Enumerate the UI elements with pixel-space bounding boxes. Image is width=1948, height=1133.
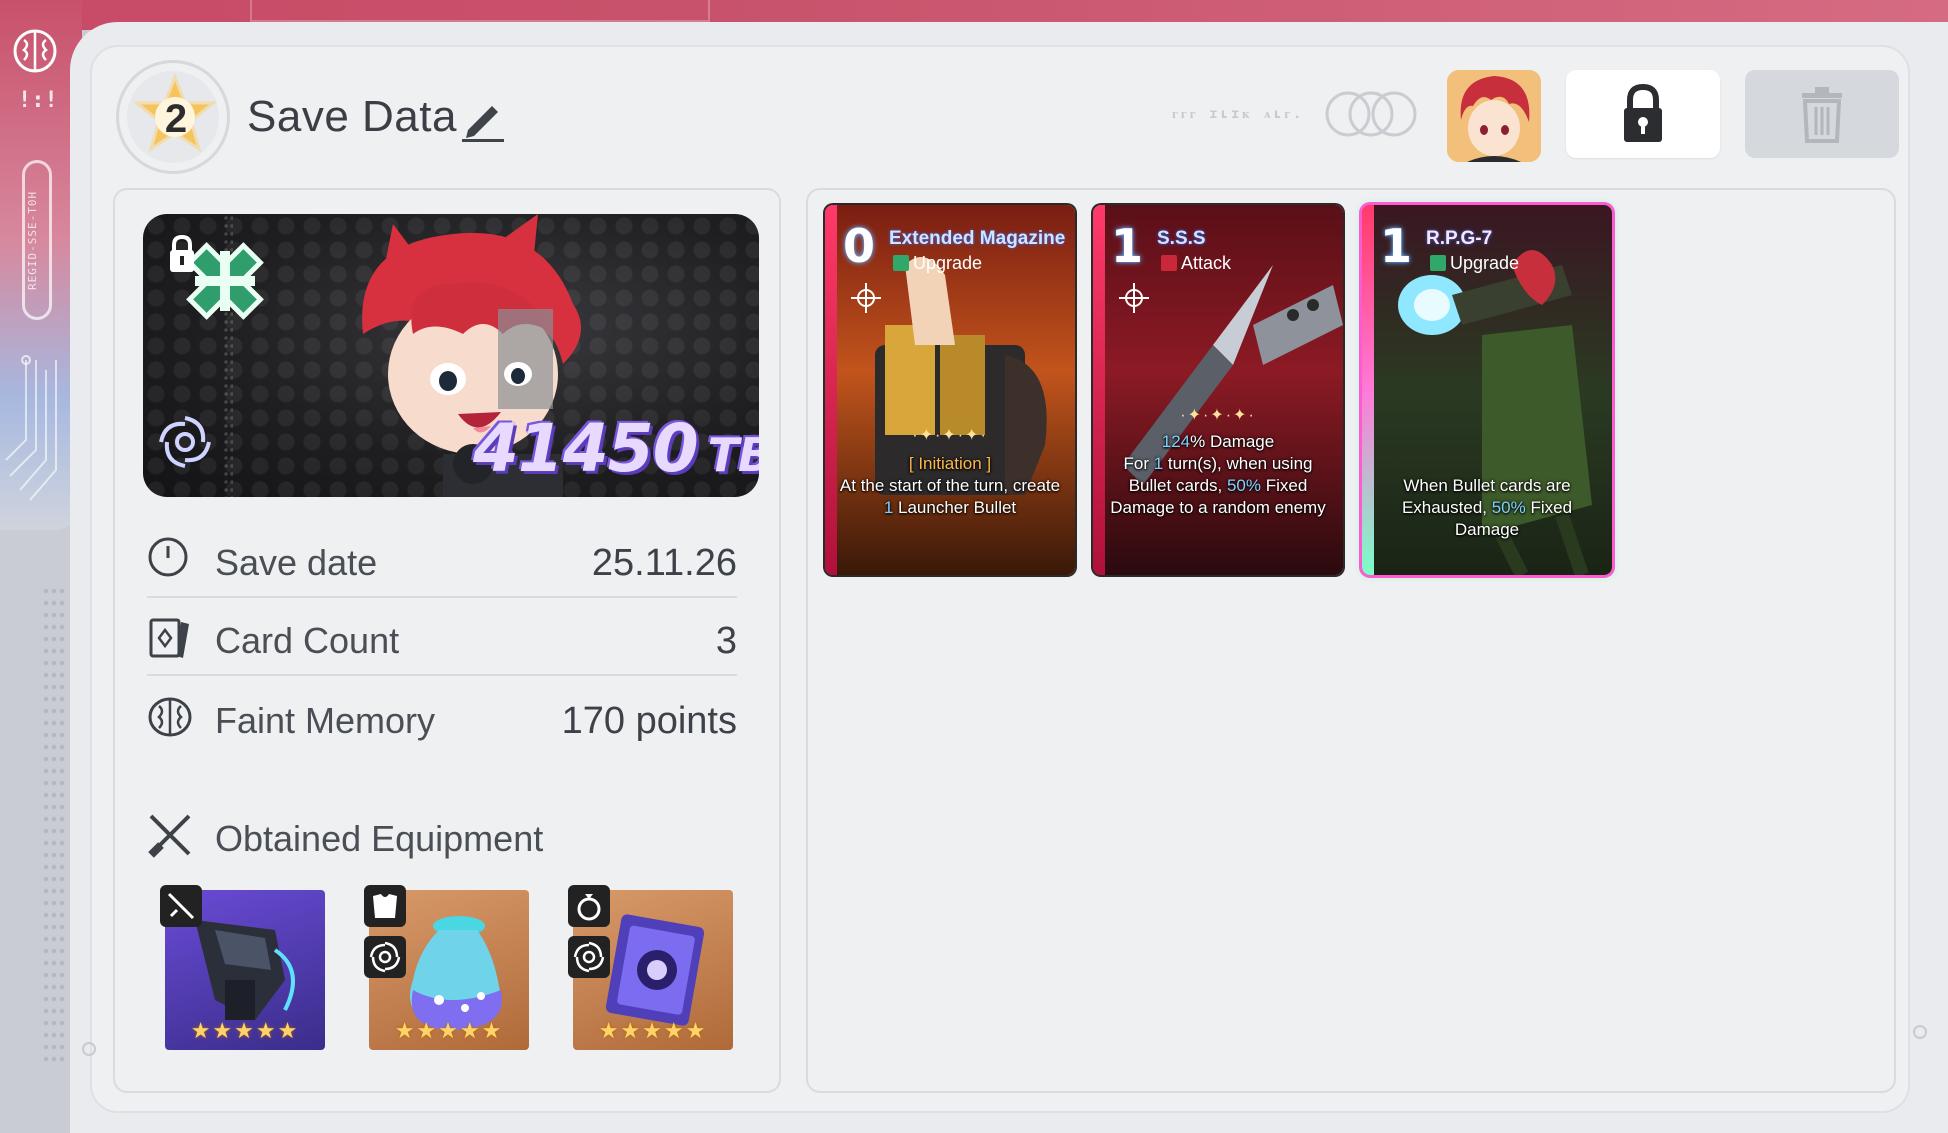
card-extended-magazine[interactable]: 0 Extended Magazine Upgrade ·✦·✦·✦· [ In… bbox=[825, 205, 1075, 575]
lock-icon bbox=[170, 234, 194, 272]
upgrade-icon bbox=[1430, 255, 1446, 271]
crosshair-icon bbox=[1119, 283, 1149, 313]
tb-value: 41450TB bbox=[473, 410, 759, 487]
level-badge: 2 bbox=[116, 60, 230, 174]
card-keyword: [ Initiation ] bbox=[908, 454, 992, 473]
clock-icon bbox=[148, 537, 188, 577]
desc-text: At the start of the turn, create bbox=[839, 476, 1061, 495]
avatar bbox=[1447, 70, 1541, 162]
stat-value: 170 points bbox=[561, 700, 737, 742]
star-rating: ★★★★★ bbox=[598, 1018, 708, 1043]
brain-icon bbox=[13, 29, 57, 73]
desc-text: % Damage bbox=[1190, 432, 1275, 451]
card-rpg7[interactable]: 1 R.P.G-7 Upgrade When Bullet cards are … bbox=[1362, 205, 1612, 575]
card-type-label: Upgrade bbox=[913, 253, 983, 273]
crosshair-icon bbox=[851, 283, 881, 313]
rail-pill-text: REGID-SSE-T0H bbox=[26, 190, 39, 290]
rings-icon bbox=[1325, 91, 1417, 137]
desc-highlight: 1 bbox=[883, 498, 894, 517]
desc-highlight: 50% bbox=[1491, 498, 1526, 517]
stat-label: Save date bbox=[215, 542, 378, 583]
desc-text: Launcher Bullet bbox=[893, 498, 1017, 517]
brain-icon bbox=[148, 697, 192, 737]
card-type: Upgrade bbox=[1430, 253, 1519, 274]
desc-highlight: 124 bbox=[1161, 432, 1191, 451]
card-name: R.P.G-7 bbox=[1426, 228, 1493, 249]
sword-icon bbox=[167, 892, 195, 920]
tb-number: 41450 bbox=[473, 410, 699, 487]
card-icon bbox=[149, 618, 189, 658]
star-rating: ★★★★★ bbox=[394, 1018, 504, 1043]
card-cost: 1 bbox=[1380, 219, 1413, 273]
panel-knob bbox=[1913, 1025, 1927, 1039]
desc-text: For bbox=[1123, 454, 1154, 473]
swirl-tag bbox=[568, 936, 610, 978]
stat-row-save-date: Save date 25.11.26 bbox=[147, 520, 737, 598]
card-type-label: Attack bbox=[1181, 253, 1232, 273]
swirl-icon bbox=[159, 416, 211, 468]
upgrade-icon bbox=[893, 255, 909, 271]
card-description: 124% Damage For 1 turn(s), when using Bu… bbox=[1103, 431, 1333, 519]
lock-button[interactable] bbox=[1566, 70, 1720, 158]
character-banner[interactable]: 41450TB bbox=[143, 214, 759, 497]
stat-label: Faint Memory bbox=[215, 700, 436, 741]
stat-row-card-count: Card Count 3 bbox=[147, 598, 737, 676]
card-sss[interactable]: 1 S.S.S Attack ·✦·✦·✦· 124% Damage For 1… bbox=[1093, 205, 1343, 575]
padlock-icon bbox=[1624, 84, 1662, 142]
crossed-weapons-icon bbox=[148, 814, 191, 858]
attack-icon bbox=[1161, 255, 1177, 271]
card-name: S.S.S bbox=[1157, 228, 1206, 249]
card-type: Attack bbox=[1161, 253, 1231, 274]
character-avatar-button[interactable] bbox=[1447, 70, 1541, 162]
top-rim-decoration bbox=[250, 0, 710, 22]
equipment-title: Obtained Equipment bbox=[215, 818, 544, 859]
sparkle-divider: ·✦·✦·✦· bbox=[912, 427, 988, 444]
card-name: Extended Magazine bbox=[889, 228, 1066, 249]
level-number: 2 bbox=[164, 97, 188, 141]
card-cost: 0 bbox=[843, 219, 876, 273]
stat-label: Card Count bbox=[215, 620, 400, 661]
sparkle-divider: ·✦·✦·✦· bbox=[1180, 407, 1256, 424]
desc-highlight: 50% bbox=[1226, 476, 1261, 495]
stat-value: 3 bbox=[715, 620, 737, 662]
stat-row-faint-memory: Faint Memory 170 points bbox=[147, 678, 737, 756]
stat-value: 25.11.26 bbox=[591, 542, 737, 584]
swirl-tag bbox=[364, 936, 406, 978]
card-description: When Bullet cards are Exhausted, 50% Fix… bbox=[1372, 475, 1602, 541]
ring-slot-tag bbox=[568, 885, 610, 927]
card-type: Upgrade bbox=[893, 253, 982, 274]
save-title: Save Data bbox=[247, 92, 457, 141]
star-rating: ★★★★★ bbox=[190, 1018, 300, 1043]
delete-button[interactable] bbox=[1745, 70, 1899, 158]
rail-marks: !:! bbox=[18, 88, 58, 113]
trash-icon bbox=[1802, 87, 1842, 143]
card-cost: 1 bbox=[1111, 219, 1144, 273]
card-type-label: Upgrade bbox=[1450, 253, 1520, 273]
pencil-icon[interactable] bbox=[458, 96, 506, 142]
swirl-icon bbox=[573, 941, 605, 973]
ring-icon bbox=[577, 894, 601, 921]
rail-dots bbox=[42, 585, 64, 1065]
swirl-icon bbox=[369, 941, 401, 973]
armor-slot-tag bbox=[364, 885, 406, 927]
armor-icon bbox=[373, 894, 397, 918]
weapon-slot-tag bbox=[160, 885, 202, 927]
card-description: [ Initiation ] At the start of the turn,… bbox=[835, 453, 1065, 519]
panel-knob bbox=[82, 1042, 96, 1056]
tb-unit: TB bbox=[707, 428, 759, 482]
header-faint-text: ᴦᴦᴦ ɪʟɪᴋ ᴀʟᴦ. bbox=[1172, 107, 1305, 122]
desc-highlight: 1 bbox=[1153, 454, 1164, 473]
